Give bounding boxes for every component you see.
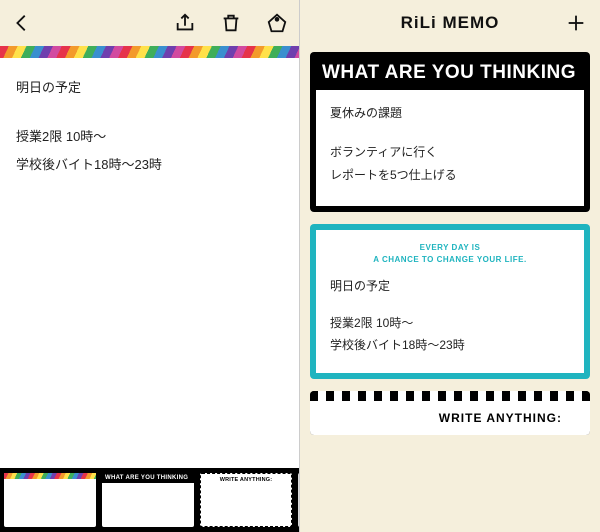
template-thumb-label: WHAT ARE YOU THINKING <box>102 473 194 483</box>
back-button[interactable] <box>8 9 36 37</box>
card-title: 夏休みの課題 <box>330 102 570 125</box>
list-toolbar: RiLi MEMO <box>300 0 600 46</box>
editor-pane: 明日の予定 授業2限 10時〜 学校後バイト18時〜23時 WHAT ARE Y… <box>0 0 300 532</box>
card-line: 授業2限 10時〜 <box>330 312 570 335</box>
card-title: 明日の予定 <box>330 275 570 298</box>
template-thumb-label: WRITE ANYTHING: <box>204 477 288 483</box>
tag-button[interactable] <box>263 9 291 37</box>
rainbow-stripe-decoration <box>0 46 299 58</box>
delete-button[interactable] <box>217 9 245 37</box>
share-button[interactable] <box>171 9 199 37</box>
note-title: 明日の予定 <box>16 76 283 101</box>
template-thumb-dashed[interactable]: WRITE ANYTHING: <box>200 473 292 527</box>
template-thumb-rainbow[interactable] <box>4 473 96 527</box>
add-memo-button[interactable] <box>562 9 590 37</box>
memo-card[interactable]: EVERY DAY IS A CHANCE TO CHANGE YOUR LIF… <box>310 224 590 379</box>
template-thumb-stripes[interactable] <box>298 473 299 527</box>
card-body: EVERY DAY IS A CHANCE TO CHANGE YOUR LIF… <box>316 230 584 373</box>
stripe-decoration <box>310 391 590 401</box>
card-body: 夏休みの課題 ボランティアに行く レポートを5つ仕上げる <box>316 90 584 206</box>
list-pane: RiLi MEMO WHAT ARE YOU THINKING 夏休みの課題 ボ… <box>300 0 600 532</box>
card-label: WRITE ANYTHING: <box>310 401 590 435</box>
memo-card[interactable]: RiLi WRITE ANYTHING: <box>310 391 590 435</box>
card-line: 学校後バイト18時〜23時 <box>330 334 570 357</box>
brand-mark: RiLi <box>324 416 339 425</box>
editor-toolbar <box>0 0 299 46</box>
memo-card[interactable]: WHAT ARE YOU THINKING 夏休みの課題 ボランティアに行く レ… <box>310 52 590 212</box>
card-line: ボランティアに行く <box>330 141 570 164</box>
card-header: WHAT ARE YOU THINKING <box>316 58 584 90</box>
template-thumb-black[interactable]: WHAT ARE YOU THINKING <box>102 473 194 527</box>
card-motto: EVERY DAY IS A CHANCE TO CHANGE YOUR LIF… <box>330 242 570 264</box>
template-selector[interactable]: WHAT ARE YOU THINKING WRITE ANYTHING: <box>0 468 299 532</box>
note-editor[interactable]: 明日の予定 授業2限 10時〜 学校後バイト18時〜23時 <box>0 58 299 468</box>
card-line: レポートを5つ仕上げる <box>330 164 570 187</box>
note-line: 学校後バイト18時〜23時 <box>16 153 283 178</box>
note-line: 授業2限 10時〜 <box>16 125 283 150</box>
memo-list[interactable]: WHAT ARE YOU THINKING 夏休みの課題 ボランティアに行く レ… <box>300 46 600 532</box>
app-title: RiLi MEMO <box>401 13 500 33</box>
